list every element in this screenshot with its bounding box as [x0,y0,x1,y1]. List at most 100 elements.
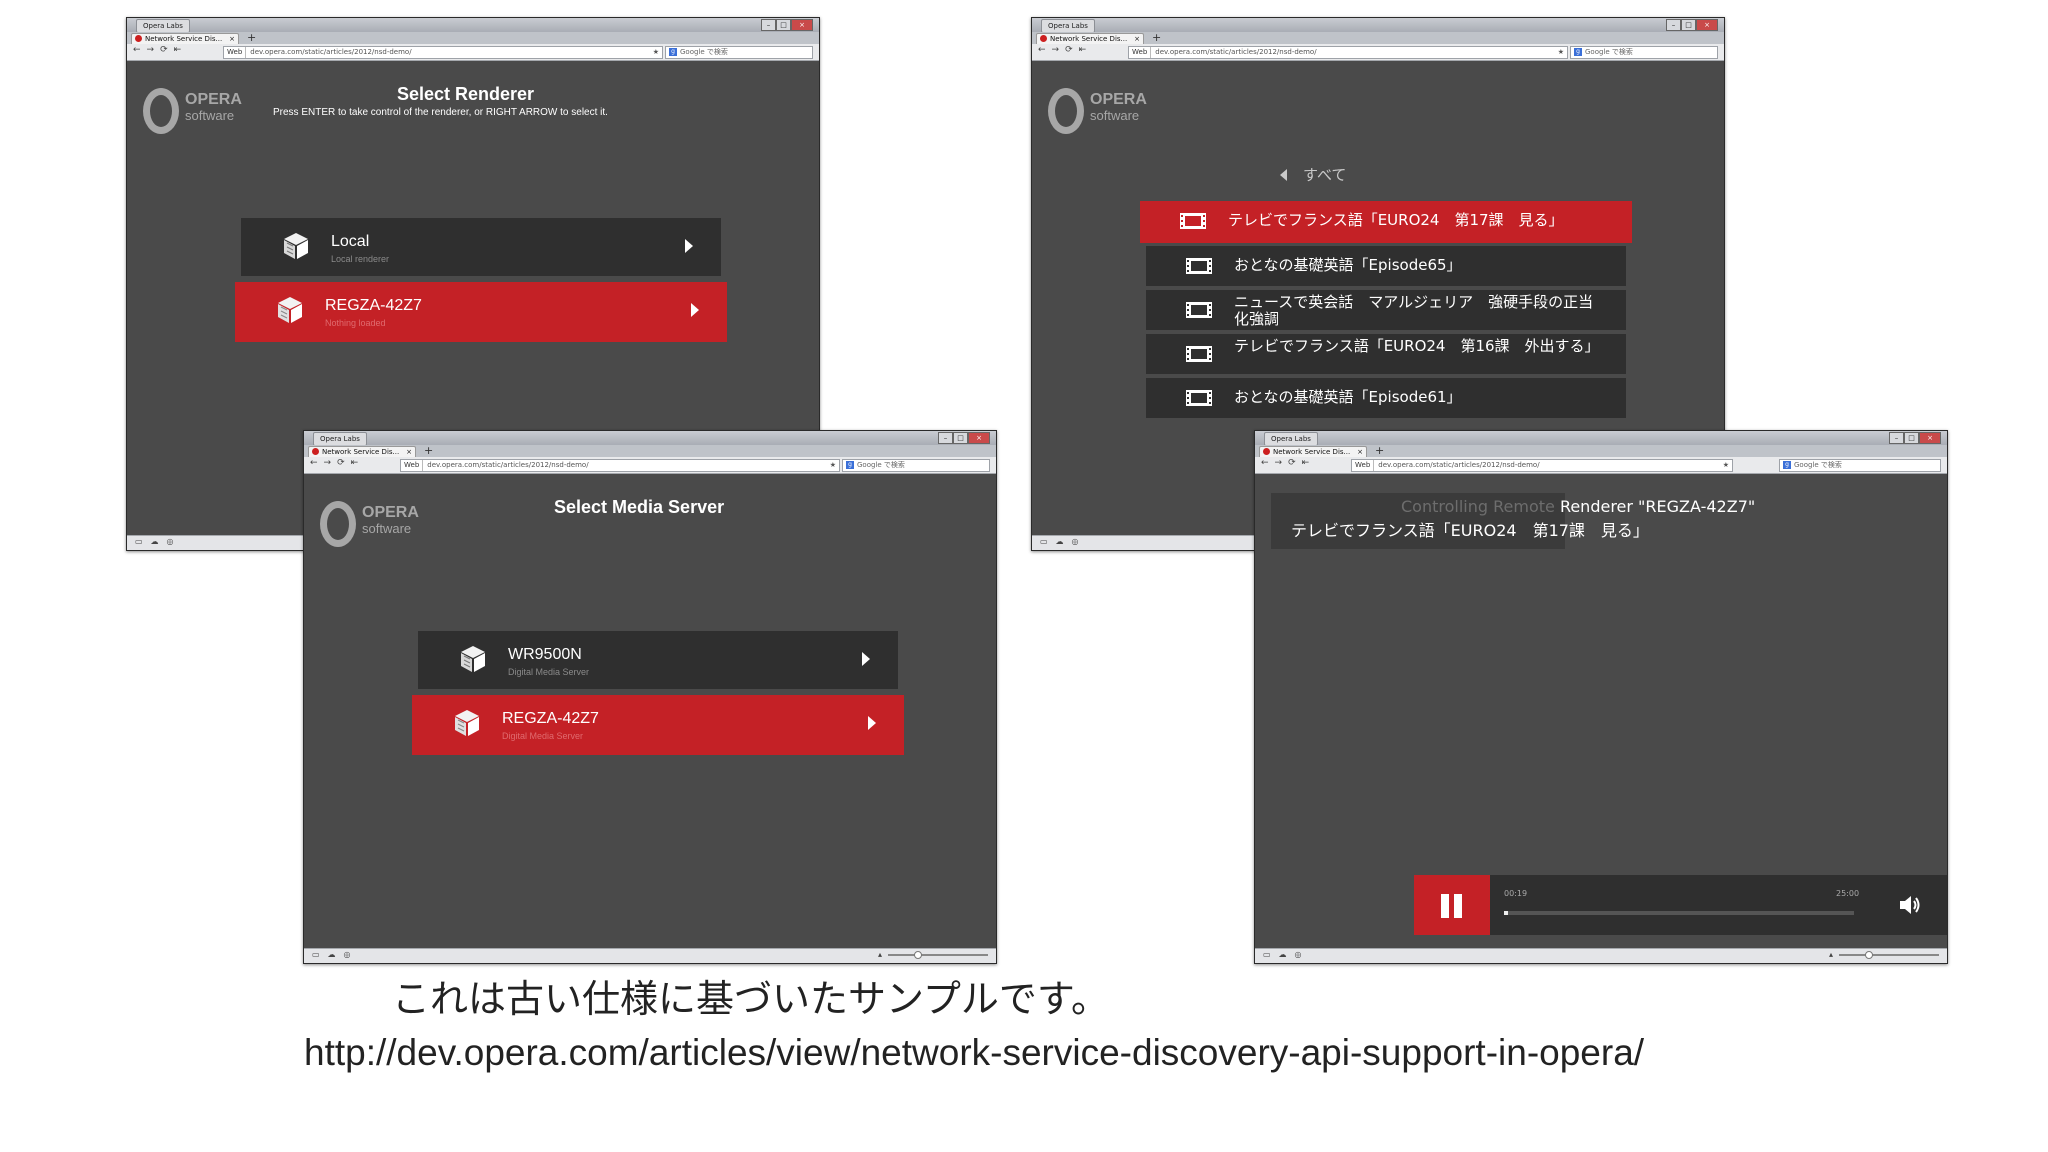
maximize-button[interactable]: □ [776,19,791,31]
close-window-button[interactable]: × [1919,432,1941,444]
navigation-bar: ←→⟳⇤ Web dev.opera.com/static/articles/20… [1255,457,1947,474]
address-field[interactable]: Web dev.opera.com/static/articles/2012/ns… [1351,459,1733,472]
search-field[interactable]: g Google で検索 [665,46,813,59]
status-icons[interactable]: ▭☁◎ [1040,537,1087,546]
cube-icon [454,709,479,736]
renderer-item-local[interactable]: Local Local renderer [241,218,721,276]
chevron-right-icon [685,239,693,253]
media-server-label: REGZA-42Z7 [502,710,599,727]
renderer-item-label: REGZA-42Z7 [325,297,422,314]
opera-menu-button[interactable]: Opera Labs [1041,19,1095,33]
window-controls: – □ × [1666,19,1718,31]
new-tab-button[interactable]: + [1152,31,1161,44]
star-icon[interactable]: ★ [1558,47,1564,58]
caption-note: これは古い仕様に基づいたサンプルです。 [392,979,1110,1021]
film-icon [1186,390,1212,406]
nav-buttons[interactable]: ←→⟳⇤ [1261,458,1315,468]
pause-button[interactable] [1414,875,1490,935]
nav-buttons[interactable]: ←→⟳⇤ [133,45,187,55]
media-server-item-regza[interactable]: REGZA-42Z7 Digital Media Server [412,695,904,755]
search-field[interactable]: g Google で検索 [1779,459,1941,472]
media-server-sublabel: Digital Media Server [502,731,584,741]
status-bar: ▭☁◎ ▴ [304,948,996,963]
status-arrow[interactable]: ▴ [878,950,882,959]
address-field[interactable]: Web dev.opera.com/static/articles/2012/ns… [1128,46,1568,59]
progress-fill [1504,911,1508,915]
controlling-heading-ghost: Controlling Remote [1401,497,1555,516]
search-placeholder: Google で検索 [857,461,905,469]
media-item-label: テレビでフランス語「EURO24 第17課 見る」 [1228,211,1564,229]
maximize-button[interactable]: □ [1904,432,1919,444]
web-badge: Web [224,47,247,58]
media-item[interactable]: おとなの基礎英語「Episode65」 [1146,246,1626,286]
tab-title: Network Service Dis... [1273,448,1351,456]
star-icon[interactable]: ★ [1723,460,1729,471]
minimize-button[interactable]: – [1889,432,1904,444]
new-tab-button[interactable]: + [247,31,256,44]
logo-opera-text: OPERA [362,504,419,521]
close-window-button[interactable]: × [791,19,813,31]
opera-menu-button[interactable]: Opera Labs [136,19,190,33]
progress-bar[interactable] [1504,911,1854,915]
google-icon: g [1783,461,1791,469]
renderer-item-regza[interactable]: REGZA-42Z7 Nothing loaded [235,282,727,342]
new-tab-button[interactable]: + [1375,444,1384,457]
star-icon[interactable]: ★ [830,460,836,471]
close-window-button[interactable]: × [968,432,990,444]
controlling-heading-text: Renderer "REGZA-42Z7" [1559,497,1756,516]
opera-icon [1040,35,1047,42]
media-item[interactable]: ニュースで英会話 マアルジェリア 強硬手段の正当化強調 [1146,290,1626,330]
page-title: Select Media Server [554,497,725,517]
maximize-button[interactable]: □ [953,432,968,444]
opera-menu-button[interactable]: Opera Labs [1264,432,1318,446]
status-icons[interactable]: ▭☁◎ [1263,950,1310,959]
minimize-button[interactable]: – [761,19,776,31]
close-window-button[interactable]: × [1696,19,1718,31]
page-subtitle: Press ENTER to take control of the rende… [273,107,608,118]
star-icon[interactable]: ★ [653,47,659,58]
nav-buttons[interactable]: ←→⟳⇤ [1038,45,1092,55]
zoom-slider[interactable] [1839,951,1939,959]
opera-menu-button[interactable]: Opera Labs [313,432,367,446]
media-item[interactable]: おとなの基礎英語「Episode61」 [1146,378,1626,418]
title-bar: Opera Labs – □ × [127,18,819,33]
search-placeholder: Google で検索 [1794,461,1842,469]
chevron-right-icon [868,716,876,730]
search-field[interactable]: g Google で検索 [842,459,990,472]
tab-title: Network Service Dis... [1050,35,1128,43]
url-text: dev.opera.com/static/articles/2012/nsd-d… [1155,48,1317,56]
search-placeholder: Google で検索 [680,48,728,56]
web-badge: Web [1129,47,1152,58]
status-icons[interactable]: ▭☁◎ [135,537,182,546]
status-icons[interactable]: ▭☁◎ [312,950,359,959]
media-item[interactable]: テレビでフランス語「EURO24 第16課 外出する」 [1146,334,1626,374]
zoom-slider[interactable] [888,951,988,959]
tab-title: Network Service Dis... [145,35,223,43]
volume-icon[interactable] [1897,892,1923,918]
search-placeholder: Google で検索 [1585,48,1633,56]
maximize-button[interactable]: □ [1681,19,1696,31]
navigation-bar: ←→⟳⇤ Web dev.opera.com/static/articles/20… [1032,44,1724,61]
nav-buttons[interactable]: ←→⟳⇤ [310,458,364,468]
opera-icon [1263,448,1270,455]
navigation-bar: ←→⟳⇤ Web dev.opera.com/static/articles/20… [304,457,996,474]
window-controls: – □ × [761,19,813,31]
status-arrow[interactable]: ▴ [1829,950,1833,959]
new-tab-button[interactable]: + [424,444,433,457]
cube-icon [283,232,308,259]
address-field[interactable]: Web dev.opera.com/static/articles/2012/ns… [400,459,840,472]
minimize-button[interactable]: – [1666,19,1681,31]
media-item-label: おとなの基礎英語「Episode61」 [1234,388,1462,406]
minimize-button[interactable]: – [938,432,953,444]
back-button[interactable]: すべて [1280,164,1346,185]
renderer-item-label: Local [331,233,370,250]
address-field[interactable]: Web dev.opera.com/static/articles/2012/ns… [223,46,663,59]
browser-window-select-media-server: Opera Labs – □ × Network Service Dis... × +… [303,430,997,964]
media-item[interactable]: テレビでフランス語「EURO24 第17課 見る」 [1140,201,1632,243]
media-server-sublabel: Digital Media Server [508,667,590,677]
time-total: 25:00 [1836,889,1860,898]
caption-url[interactable]: http://dev.opera.com/articles/view/netwo… [304,1032,1644,1074]
media-server-item-wr9500n[interactable]: WR9500N Digital Media Server [418,631,898,689]
search-field[interactable]: g Google で検索 [1570,46,1718,59]
tab-bar: Network Service Dis... × + [1255,444,1947,458]
